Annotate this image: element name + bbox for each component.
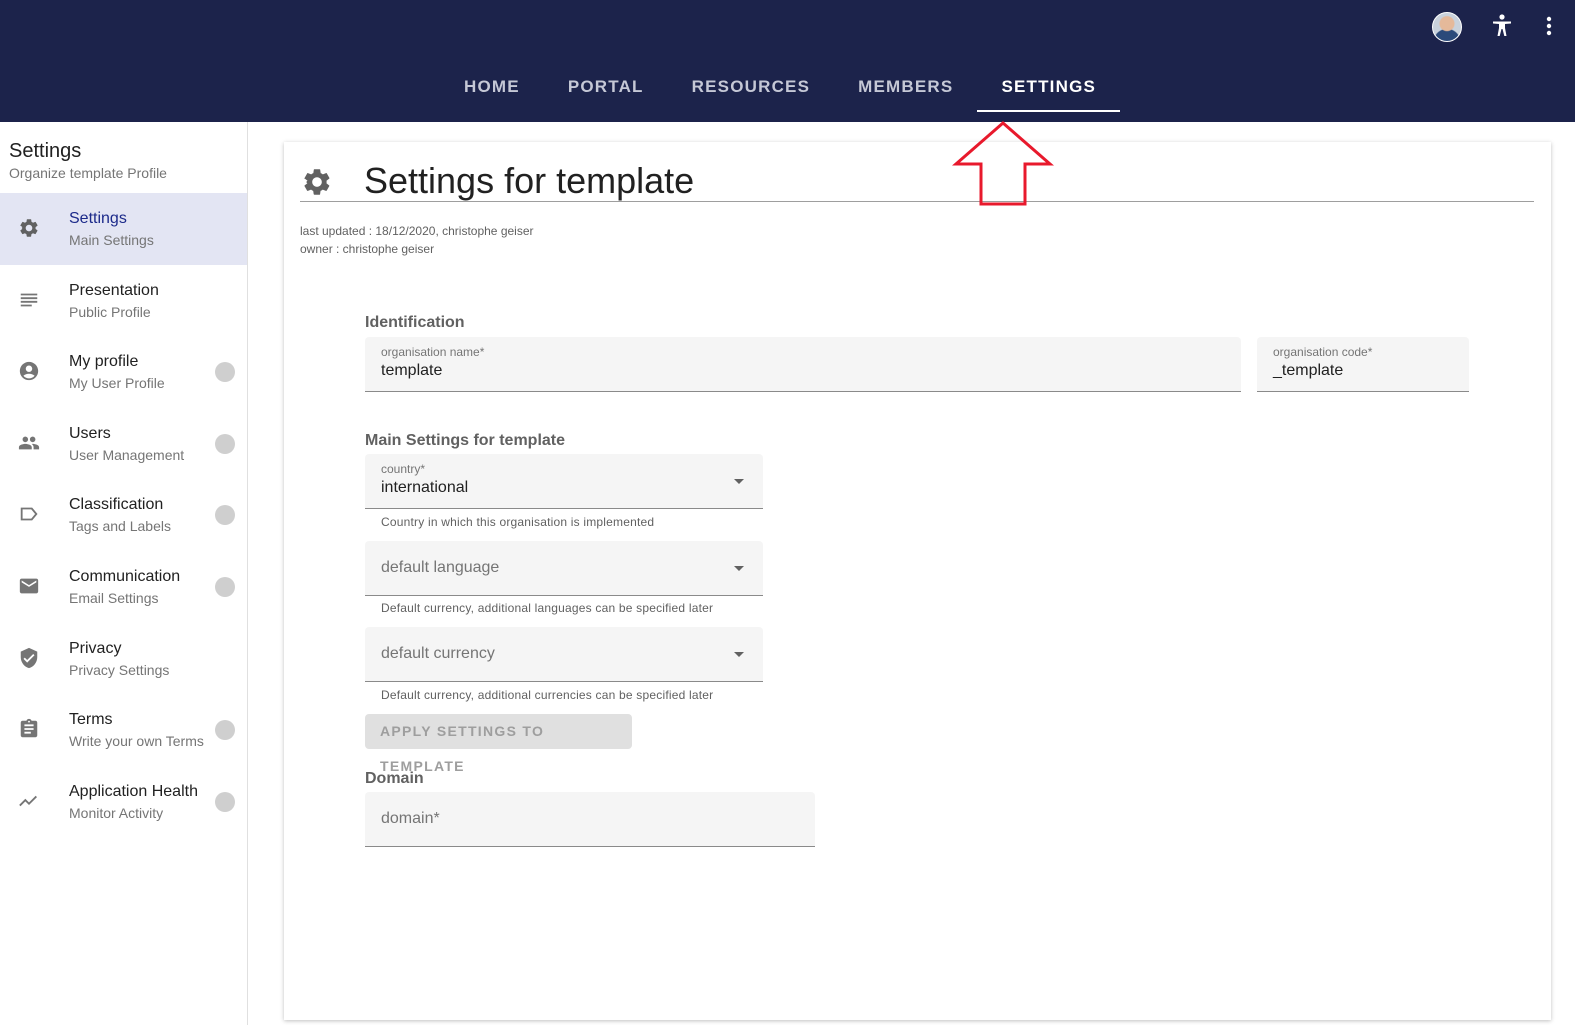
currency-hint: Default currency, additional currencies … [381,688,714,702]
sidebar-item-communication[interactable]: Communication Email Settings [0,551,247,623]
sidebar-item-label: My profile [69,353,139,370]
field-placeholder: domain* [381,810,440,827]
field-placeholder: default currency [381,645,495,662]
default-language-select[interactable]: default language [365,541,763,596]
main-nav: HOME PORTAL RESOURCES MEMBERS SETTINGS [440,66,1120,122]
sidebar-item-sublabel: Write your own Terms [69,733,204,749]
wrench-badge-icon [215,434,235,454]
wrench-badge-icon [215,577,235,597]
organisation-name-field[interactable]: organisation name* template [365,337,1241,392]
sidebar-item-sublabel: Email Settings [69,590,159,606]
tab-settings[interactable]: SETTINGS [977,66,1120,112]
sidebar-item-label: Classification [69,496,164,513]
field-value: international [381,479,469,496]
trending-icon [18,790,40,812]
page-title: Settings for template [364,160,695,201]
field-placeholder: default language [381,559,500,576]
sidebar-item-sublabel: Main Settings [69,232,154,248]
sidebar-item-sublabel: My User Profile [69,375,165,391]
clipboard-icon [18,718,40,740]
apply-settings-button[interactable]: APPLY SETTINGS TO TEMPLATE [365,714,632,774]
settings-card: Settings for template last updated : 18/… [284,142,1551,1020]
account-circle-icon [18,360,40,382]
shield-check-icon [18,647,40,669]
sidebar-item-label: Settings [69,210,127,227]
default-currency-select[interactable]: default currency [365,627,763,682]
sidebar-item-sublabel: Tags and Labels [69,518,171,534]
people-icon [18,432,40,454]
sidebar-item-sublabel: User Management [69,447,185,463]
sidebar-item-label: Terms [69,711,113,728]
sidebar-title: Settings [9,140,82,162]
sidebar-item-my-profile[interactable]: My profile My User Profile [0,336,247,408]
mail-icon [18,575,40,597]
organisation-code-field[interactable]: organisation code* _template [1257,337,1469,392]
sidebar-item-sublabel: Public Profile [69,304,151,320]
field-label: organisation code* [1273,345,1373,359]
wrench-badge-icon [215,792,235,812]
top-app-bar: HOME PORTAL RESOURCES MEMBERS SETTINGS [0,0,1575,122]
title-divider [300,201,1534,202]
chevron-down-icon [734,652,744,657]
settings-sidebar: Settings Organize template Profile Setti… [0,122,248,1025]
sidebar-item-sublabel: Privacy Settings [69,662,170,678]
field-label: country* [381,462,426,476]
country-hint: Country in which this organisation is im… [381,515,655,529]
sidebar-item-label: Application Health [69,783,198,800]
sidebar-item-label: Communication [69,568,181,585]
field-label: organisation name* [381,345,485,359]
chevron-down-icon [734,566,744,571]
owner-text: owner : christophe geiser [300,242,435,256]
tab-home[interactable]: HOME [440,66,544,112]
wrench-badge-icon [215,505,235,525]
field-value: template [381,362,443,379]
sidebar-item-classification[interactable]: Classification Tags and Labels [0,479,247,551]
wrench-badge-icon [215,362,235,382]
domain-input[interactable]: domain* [365,792,815,847]
country-select[interactable]: country* international [365,454,763,509]
language-hint: Default currency, additional languages c… [381,601,714,615]
more-vert-icon[interactable] [1545,16,1553,41]
sidebar-subtitle: Organize template Profile [9,165,167,181]
gear-icon [18,217,40,239]
accessibility-icon[interactable] [1491,14,1513,43]
sidebar-item-presentation[interactable]: Presentation Public Profile [0,265,247,337]
wrench-badge-icon [215,720,235,740]
sidebar-item-sublabel: Monitor Activity [69,805,164,821]
sidebar-item-label: Users [69,425,111,442]
annotation-up-arrow [951,120,1055,213]
tab-members[interactable]: MEMBERS [834,66,977,112]
notes-icon [18,289,40,311]
gear-icon [301,166,333,198]
main-settings-heading: Main Settings for template [365,432,566,449]
last-updated-text: last updated : 18/12/2020, christophe ge… [300,224,534,238]
sidebar-item-label: Presentation [69,282,159,299]
sidebar-item-terms[interactable]: Terms Write your own Terms [0,694,247,766]
sidebar-item-label: Privacy [69,640,122,657]
field-value: _template [1273,362,1344,379]
label-icon [18,503,40,525]
chevron-down-icon [734,479,744,484]
identification-heading: Identification [365,314,465,331]
sidebar-item-application-health[interactable]: Application Health Monitor Activity [0,766,247,838]
sidebar-item-privacy[interactable]: Privacy Privacy Settings [0,623,247,695]
domain-heading: Domain [365,770,424,787]
avatar[interactable] [1432,12,1462,42]
tab-resources[interactable]: RESOURCES [668,66,835,112]
tab-portal[interactable]: PORTAL [544,66,668,112]
sidebar-item-users[interactable]: Users User Management [0,408,247,480]
sidebar-item-settings[interactable]: Settings Main Settings [0,193,247,265]
